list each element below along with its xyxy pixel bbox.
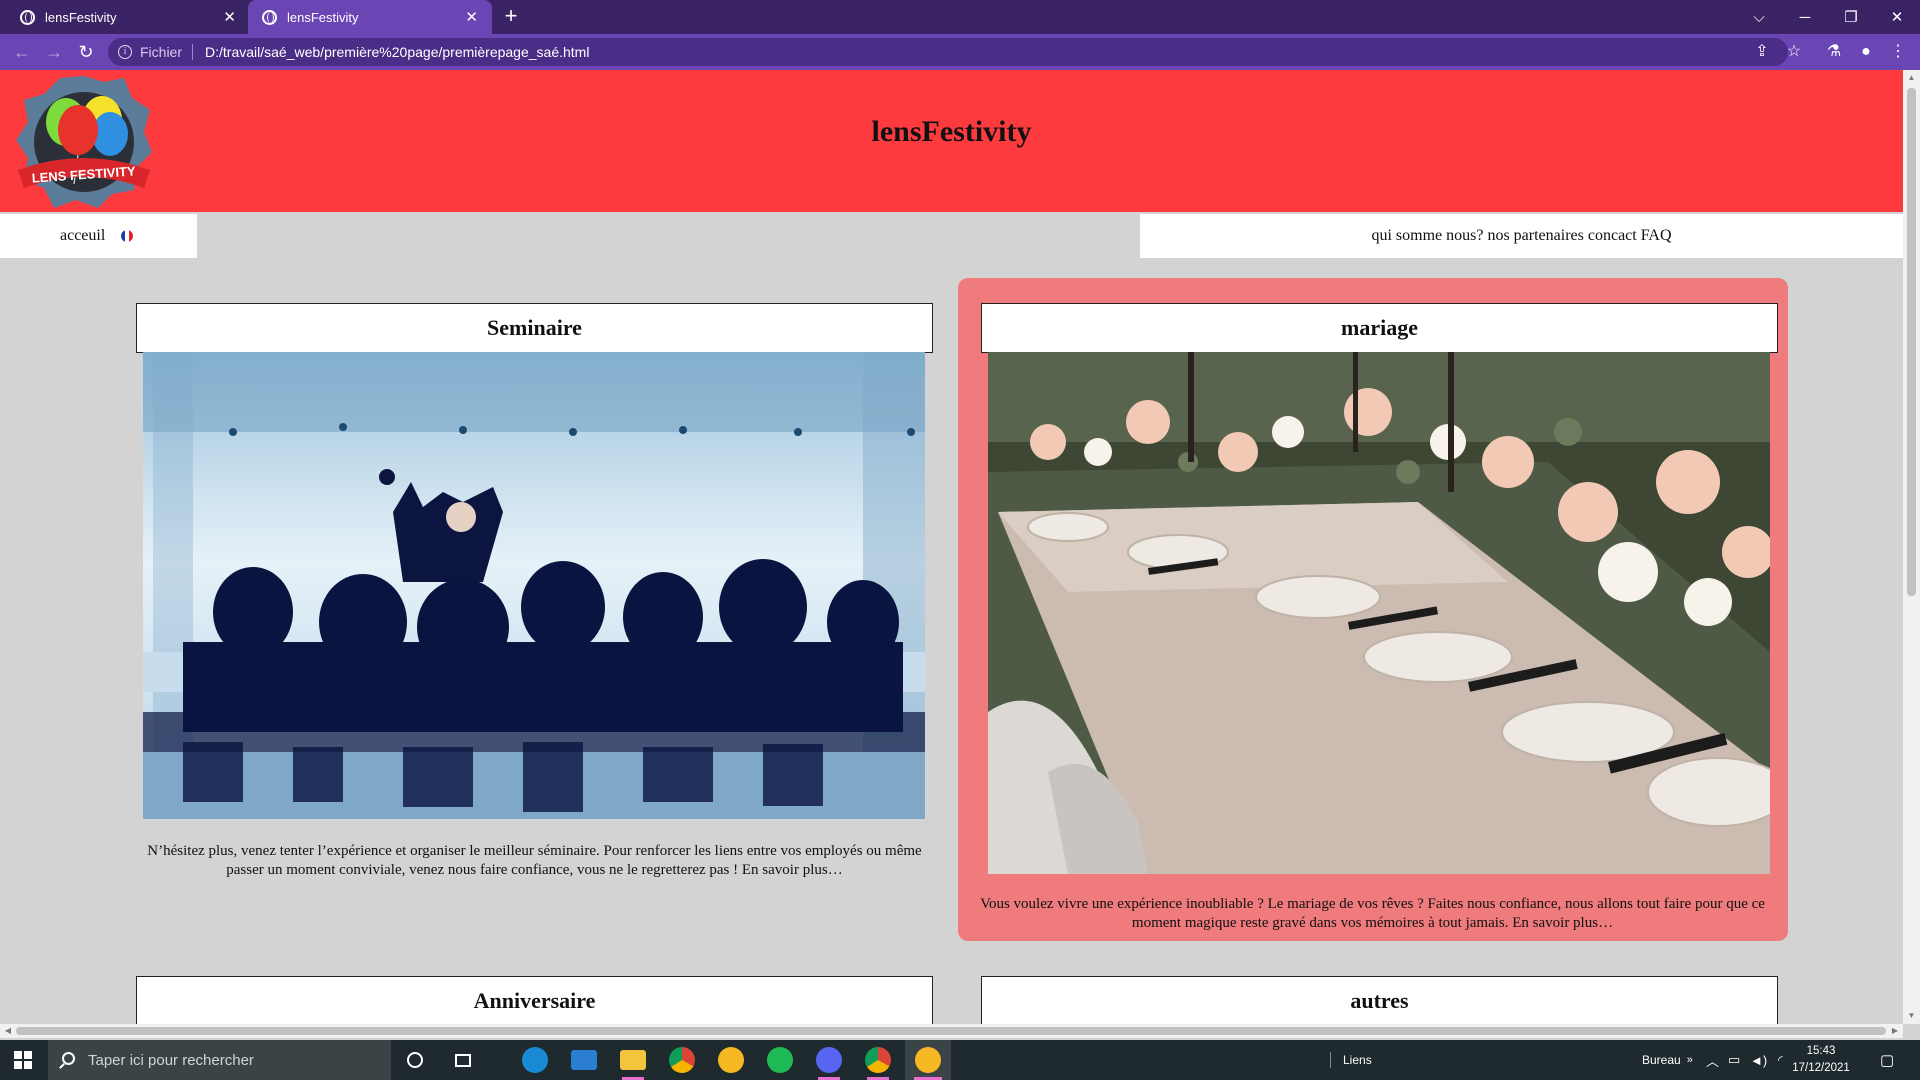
- card-text-mariage: Vous voulez vivre une expérience inoubli…: [980, 896, 1765, 931]
- nav-faq-link[interactable]: FAQ: [1641, 227, 1672, 245]
- site-header: LENS FESTIVITY lensFestivity: [0, 70, 1903, 212]
- discord-icon[interactable]: [809, 1040, 849, 1080]
- system-clock[interactable]: 15:43 17/12/2021: [1786, 1043, 1856, 1077]
- tab-search-chevron-icon[interactable]: ⌵: [1736, 0, 1782, 34]
- nav-right: qui somme nous? nos partenaires concact …: [1140, 214, 1903, 258]
- wifi-icon[interactable]: ◜: [1778, 1040, 1783, 1080]
- menu-dots-icon[interactable]: ⋮: [1886, 40, 1910, 64]
- clock-time: 15:43: [1806, 1045, 1836, 1057]
- divider: [192, 44, 194, 60]
- globe-icon: [20, 9, 35, 25]
- share-icon[interactable]: ⇪: [1750, 40, 1774, 64]
- nav-home-link[interactable]: acceuil: [60, 227, 105, 245]
- browser-tab[interactable]: lensFestivity ✕: [6, 0, 250, 34]
- globe-icon: [262, 9, 277, 25]
- mail-icon[interactable]: [564, 1040, 604, 1080]
- site-title: lensFestivity: [871, 115, 1032, 148]
- seminaire-photo[interactable]: [143, 352, 925, 819]
- mariage-photo[interactable]: [988, 352, 1770, 874]
- file-explorer-icon[interactable]: [613, 1040, 653, 1080]
- forward-arrow-icon[interactable]: →: [42, 40, 66, 64]
- minimize-icon[interactable]: ─: [1782, 0, 1828, 34]
- chrome-profile-icon[interactable]: [858, 1040, 898, 1080]
- restore-icon[interactable]: ❐: [1828, 0, 1874, 34]
- desktop-toolbar[interactable]: Bureau »: [1642, 1040, 1693, 1080]
- extensions-icon[interactable]: ⚗: [1822, 40, 1846, 64]
- info-icon[interactable]: i: [118, 45, 132, 59]
- back-arrow-icon[interactable]: ←: [10, 40, 34, 64]
- scrollbar-thumb[interactable]: [16, 1027, 1886, 1035]
- windows-start-icon[interactable]: [0, 1040, 46, 1080]
- show-hidden-icons-chevron-icon[interactable]: ︿: [1706, 1040, 1719, 1080]
- volume-icon[interactable]: ◄): [1750, 1040, 1767, 1080]
- vertical-scrollbar[interactable]: ▲ ▼: [1903, 70, 1920, 1024]
- task-view-icon[interactable]: [443, 1040, 483, 1080]
- nav-partners-link[interactable]: nos partenaires: [1487, 227, 1583, 245]
- search-placeholder: Taper ici pour rechercher: [88, 1051, 254, 1069]
- scroll-down-arrow-icon[interactable]: ▼: [1903, 1008, 1920, 1024]
- links-label[interactable]: Liens: [1343, 1053, 1372, 1067]
- chrome-canary-active-icon[interactable]: [905, 1040, 951, 1080]
- nav-left: acceuil: [0, 214, 197, 258]
- close-tab-icon[interactable]: ✕: [465, 10, 478, 25]
- browser-toolbar: ← → ↻ i Fichier D:/travail/saé_web/premi…: [0, 34, 1920, 70]
- browser-tab-bar: lensFestivity ✕ lensFestivity ✕ + ⌵ ─ ❐ …: [0, 0, 1920, 34]
- taskbar-search-input[interactable]: Taper ici pour rechercher: [48, 1040, 391, 1080]
- card-title-anniversaire[interactable]: Anniversaire: [136, 976, 933, 1024]
- windows-taskbar: Taper ici pour rechercher Liens Bureau »…: [0, 1040, 1920, 1080]
- chrome-icon[interactable]: [662, 1040, 702, 1080]
- spotify-icon[interactable]: [760, 1040, 800, 1080]
- scroll-right-arrow-icon[interactable]: ▶: [1887, 1024, 1903, 1038]
- tab-title: lensFestivity: [45, 9, 117, 25]
- scroll-left-arrow-icon[interactable]: ◀: [0, 1024, 16, 1038]
- links-toolbar: Liens: [1330, 1040, 1372, 1080]
- tab-title: lensFestivity: [287, 9, 359, 25]
- french-flag-icon[interactable]: [121, 230, 134, 242]
- desktop-label[interactable]: Bureau: [1642, 1053, 1681, 1067]
- nav-about-link[interactable]: qui somme nous?: [1371, 227, 1483, 245]
- card-title-seminaire[interactable]: Seminaire: [136, 303, 933, 353]
- divider: [1330, 1052, 1331, 1068]
- cortana-icon[interactable]: [395, 1040, 435, 1080]
- close-tab-icon[interactable]: ✕: [223, 10, 236, 25]
- bookmark-star-icon[interactable]: ☆: [1782, 40, 1806, 64]
- profile-avatar-icon[interactable]: ●: [1854, 40, 1878, 64]
- edge-icon[interactable]: [515, 1040, 555, 1080]
- search-icon: [62, 1052, 75, 1065]
- url-text[interactable]: D:/travail/saé_web/première%20page/premi…: [205, 44, 589, 60]
- browser-tab-active[interactable]: lensFestivity ✕: [248, 0, 492, 34]
- address-bar[interactable]: i Fichier D:/travail/saé_web/première%20…: [108, 38, 1788, 66]
- notifications-icon[interactable]: ▢: [1880, 1040, 1894, 1080]
- scroll-up-arrow-icon[interactable]: ▲: [1903, 70, 1920, 86]
- network-icon[interactable]: ▭: [1728, 1040, 1740, 1080]
- clock-date: 17/12/2021: [1792, 1062, 1850, 1074]
- scrollbar-thumb[interactable]: [1907, 88, 1916, 596]
- new-tab-button[interactable]: +: [498, 4, 524, 30]
- web-page: LENS FESTIVITY lensFestivity acceuil qui…: [0, 70, 1903, 1024]
- card-title-mariage[interactable]: mariage: [981, 303, 1778, 353]
- card-text-seminaire: N’hésitez plus, venez tenter l’expérienc…: [147, 843, 922, 878]
- horizontal-scrollbar[interactable]: ◀ ▶: [0, 1024, 1903, 1038]
- reload-icon[interactable]: ↻: [74, 40, 98, 64]
- chrome-canary-icon[interactable]: [711, 1040, 751, 1080]
- scheme-label: Fichier: [140, 44, 183, 60]
- card-title-autres[interactable]: autres: [981, 976, 1778, 1024]
- chevron-right-icon[interactable]: »: [1687, 1054, 1693, 1066]
- nav-contact-link[interactable]: concact: [1588, 227, 1637, 245]
- close-window-icon[interactable]: ✕: [1874, 0, 1920, 34]
